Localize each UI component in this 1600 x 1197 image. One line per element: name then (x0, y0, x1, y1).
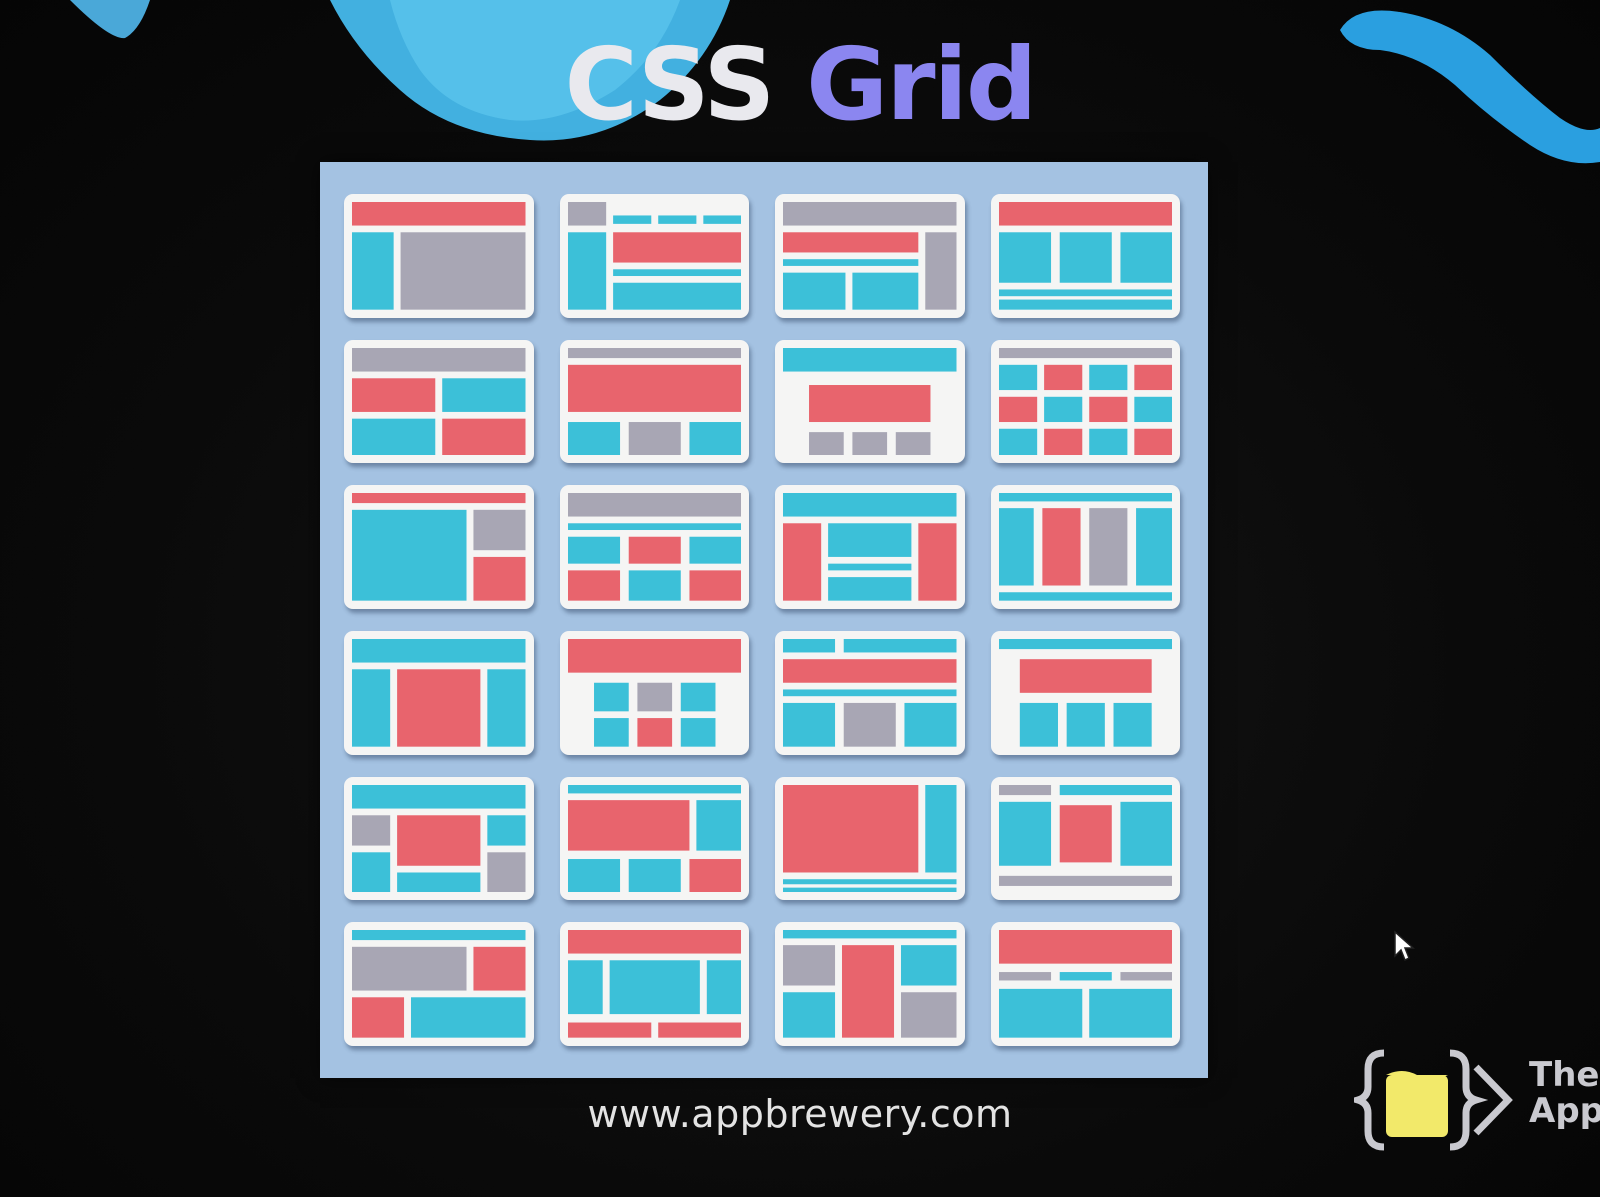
layout-grid (344, 194, 1180, 1046)
slide-title: CSS Grid (0, 30, 1600, 140)
layout-thumbnail-17[interactable] (344, 776, 534, 901)
app-brewery-logo-icon (1345, 1049, 1513, 1151)
title-css: CSS (564, 26, 776, 143)
layout-thumbnail-18[interactable] (559, 776, 749, 901)
layout-thumbnail-2[interactable] (559, 194, 749, 318)
brand-line-2: App (1529, 1091, 1600, 1131)
layout-thumbnail-6[interactable] (559, 339, 749, 464)
layout-thumbnail-9[interactable] (344, 485, 534, 609)
layout-thumbnail-21[interactable] (344, 922, 534, 1046)
app-brewery-logo: The App (1345, 1045, 1600, 1165)
layout-thumbnail-7[interactable] (775, 339, 965, 464)
layout-thumbnail-13[interactable] (344, 630, 534, 755)
layout-thumbnail-12[interactable] (990, 485, 1180, 609)
layout-thumbnail-15[interactable] (775, 630, 965, 755)
layout-thumbnail-8[interactable] (990, 339, 1180, 464)
layout-thumbnail-5[interactable] (344, 339, 534, 464)
brand-name: The App (1529, 1057, 1600, 1129)
layout-thumbnail-20[interactable] (990, 776, 1180, 901)
layout-thumbnail-16[interactable] (990, 630, 1180, 755)
layout-thumbnail-19[interactable] (775, 776, 965, 901)
layout-gallery-panel (320, 162, 1208, 1078)
layout-thumbnail-22[interactable] (559, 922, 749, 1046)
layout-thumbnail-23[interactable] (775, 922, 965, 1046)
layout-thumbnail-3[interactable] (775, 194, 965, 318)
layout-thumbnail-24[interactable] (990, 922, 1180, 1046)
layout-thumbnail-14[interactable] (559, 630, 749, 755)
layout-thumbnail-4[interactable] (990, 194, 1180, 318)
layout-thumbnail-10[interactable] (559, 485, 749, 609)
title-grid: Grid (806, 26, 1037, 143)
mouse-cursor-icon (1394, 930, 1415, 962)
layout-thumbnail-1[interactable] (344, 194, 534, 318)
layout-thumbnail-11[interactable] (775, 485, 965, 609)
brand-line-1: The (1529, 1055, 1600, 1095)
